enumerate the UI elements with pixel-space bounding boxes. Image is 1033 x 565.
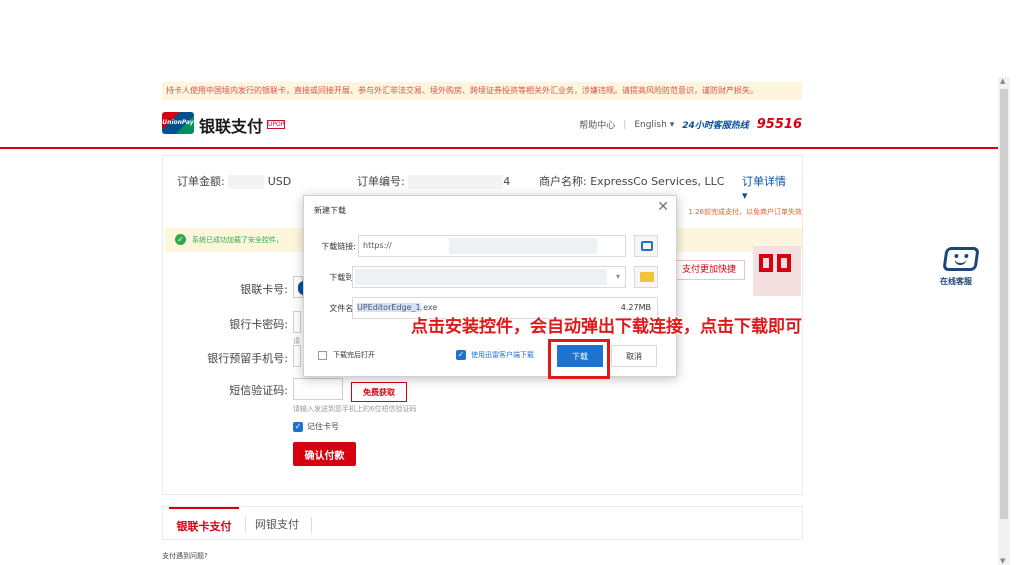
chevron-down-icon: ▾ [669, 119, 675, 130]
sms-code-input[interactable] [293, 378, 343, 400]
remember-card-checkbox[interactable]: ✓ 记住卡号 [293, 421, 339, 432]
browse-folder-button[interactable] [634, 266, 658, 288]
order-currency: USD [267, 175, 292, 188]
highlight-box [548, 339, 610, 379]
filename-selected-text: UPEditorEdge_1 [357, 303, 421, 312]
brand-title: 银联支付 [199, 117, 264, 136]
sms-hint: 请输入发送到您手机上的6位短信验证码 [293, 405, 417, 413]
filename-label: 文件名: [329, 304, 356, 313]
help-center-link[interactable]: 帮助中心 [579, 118, 615, 131]
fast-pay-banner[interactable]: 支付更加快捷 [676, 260, 746, 280]
masked-amount [228, 175, 265, 189]
order-amount-label: 订单金额: [177, 175, 225, 188]
order-amount: 订单金额: USD [177, 173, 291, 189]
qr-promo[interactable] [753, 246, 801, 296]
open-after-label: 下载完后打开 [333, 351, 375, 359]
header-divider [0, 147, 998, 149]
divider [311, 517, 312, 533]
cancel-button[interactable]: 取消 [611, 345, 657, 367]
open-after-download-checkbox[interactable]: 下载完后打开 [318, 350, 375, 360]
check-circle-icon: ✓ [175, 234, 186, 245]
order-summary: 订单金额: USD 订单编号: 4 商户名称: ExpressCo Servic… [177, 173, 788, 202]
divider: | [623, 119, 627, 130]
card-number-input[interactable] [293, 276, 308, 298]
scroll-down-icon[interactable]: ▼ [1000, 557, 1005, 565]
payment-help-link[interactable]: 支付遇到问题? [162, 551, 208, 561]
folder-icon [640, 272, 654, 282]
masked-order-number [408, 175, 504, 189]
order-detail-link[interactable]: 订单详情 ▾ [742, 173, 788, 202]
chevron-down-icon: ▾ [742, 189, 748, 202]
payment-tabs: 银联卡支付 网银支付 [162, 506, 803, 540]
copy-link-button[interactable] [634, 235, 658, 257]
unionpay-app-icon [759, 254, 793, 280]
tab-unionpay-card[interactable]: 银联卡支付 [169, 507, 239, 539]
dialog-title: 新建下载 [314, 206, 346, 215]
checkbox-checked-icon: ✓ [293, 421, 303, 432]
card-pin-input[interactable] [293, 311, 301, 333]
language-label: English [634, 119, 667, 130]
download-dialog: 新建下载 ✕ 下载链接: https:// 下载到: ▾ 文件名: UPEdit… [303, 195, 677, 377]
use-xunlei-checkbox[interactable]: ✓ 使用迅雷客户端下载 [456, 350, 534, 360]
sms-code-label: 短信验证码: [229, 384, 288, 397]
security-notice-text: 系统已成功加载了安全控件， [192, 236, 283, 244]
checkbox-unchecked-icon [318, 350, 327, 360]
header-links: 帮助中心 | English ▾ 24小时客服热线 95516 [579, 117, 802, 132]
customer-service-icon[interactable] [942, 247, 980, 271]
language-selector[interactable]: English ▾ [634, 120, 674, 130]
copy-icon [641, 241, 653, 251]
order-deadline-note: 1.26前完成支付，以免商户订单失效 [688, 208, 802, 216]
card-pin-label: 银行卡密码: [229, 318, 288, 331]
header: UnionPay 银联 银联支付 UPOP 帮助中心 | English ▾ 2… [162, 108, 802, 148]
masked-url [449, 238, 597, 254]
save-dir-select[interactable]: ▾ [352, 266, 626, 288]
scroll-thumb[interactable] [1000, 89, 1008, 519]
remember-card-label: 记住卡号 [307, 422, 339, 431]
phone-input[interactable] [293, 345, 301, 367]
hotline-number: 95516 [756, 117, 802, 132]
chevron-down-icon: ▾ [615, 272, 620, 281]
get-sms-code-button[interactable]: 免费获取 [351, 382, 407, 402]
order-number: 订单编号: 4 [357, 173, 510, 189]
tab-online-banking[interactable]: 网银支付 [255, 507, 299, 543]
phone-label: 银行预留手机号: [207, 352, 288, 365]
use-xunlei-label: 使用迅雷客户端下载 [471, 351, 534, 359]
fx-notice: 持卡人使用中国境内发行的银联卡，直接或间接开展、参与外汇非法交易、境外购房、跨境… [162, 82, 802, 100]
download-url-input[interactable]: https:// [358, 235, 626, 257]
order-number-suffix: 4 [503, 175, 511, 188]
tutorial-annotation: 点击安装控件，会自动弹出下载连接，点击下载即可 [411, 317, 802, 337]
brand-badge: UPOP [267, 120, 285, 129]
customer-service-label[interactable]: 在线客服 [940, 276, 972, 287]
order-detail-label: 订单详情 [742, 175, 786, 188]
merchant-name: ExpressCo Services, LLC [590, 175, 725, 188]
confirm-pay-button[interactable]: 确认付款 [293, 442, 356, 466]
scroll-up-icon[interactable]: ▲ [1000, 77, 1005, 85]
filename-extension: .exe [420, 303, 438, 312]
page-scrollbar[interactable]: ▲ ▼ [998, 77, 1010, 565]
hotline-label: 24小时客服热线 [682, 121, 749, 131]
masked-path [355, 269, 607, 285]
order-number-label: 订单编号: [357, 175, 405, 188]
unionpay-logo: UnionPay 银联 [162, 112, 194, 148]
save-dir-label: 下载到: [329, 273, 356, 282]
close-icon[interactable]: ✕ [657, 199, 669, 215]
merchant-label: 商户名称: [539, 175, 587, 188]
merchant: 商户名称: ExpressCo Services, LLC [539, 173, 724, 189]
checkbox-checked-icon: ✓ [456, 350, 466, 360]
download-url-value: https:// [363, 241, 392, 250]
url-label: 下载链接: [321, 242, 356, 251]
card-number-label: 银联卡号: [240, 283, 288, 296]
divider [245, 517, 246, 533]
